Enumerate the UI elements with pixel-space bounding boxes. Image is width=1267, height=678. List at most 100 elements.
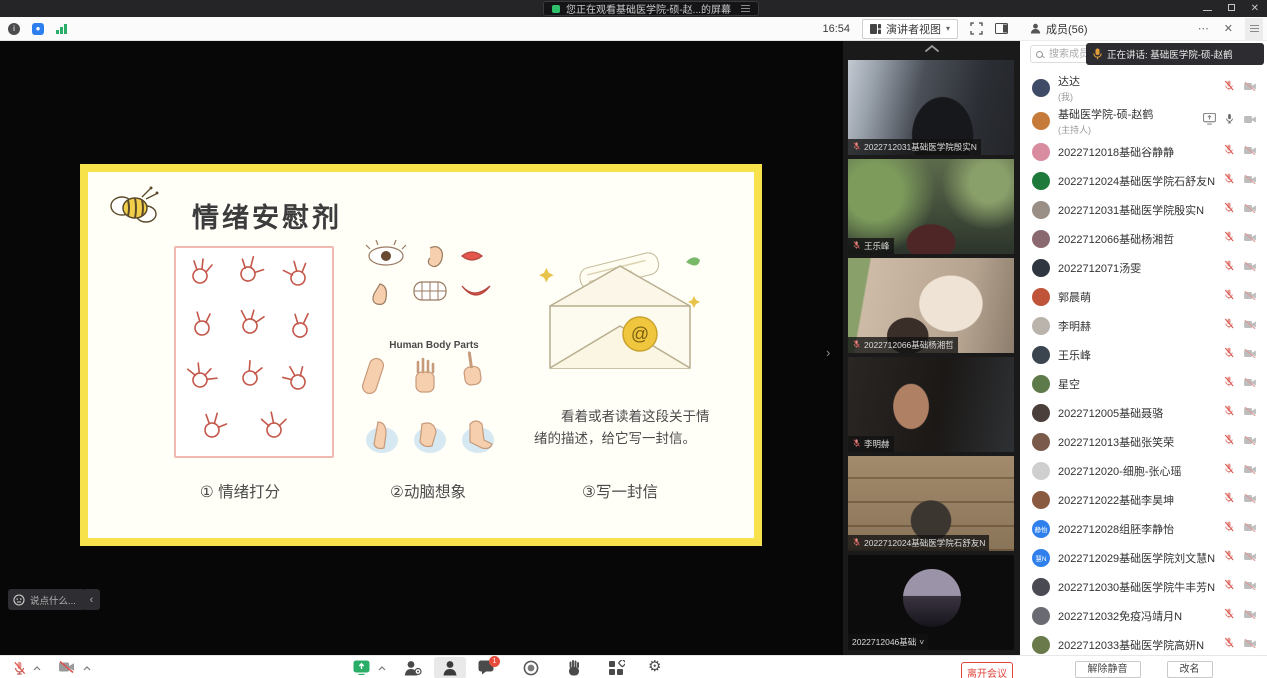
screen-share-icon [1203,112,1216,130]
member-row[interactable]: 2022712005基础聂骆 [1020,398,1267,427]
avatar [1032,143,1050,161]
share-screen-button[interactable] [353,660,370,678]
video-tile[interactable]: 2022712031基础医学院殷实N [848,60,1014,155]
member-row[interactable]: 2022712024基础医学院石舒友N [1020,166,1267,195]
avatar [1032,230,1050,248]
panel-more-button[interactable]: ⋯ [1193,22,1214,35]
mic-muted-icon [1223,79,1235,97]
panel-close-button[interactable]: ✕ [1219,22,1238,35]
tile-name-label: 李明赫 [848,436,894,452]
mic-muted-icon [1223,230,1235,248]
speaking-toast: 正在讲话: 基础医学院-硕-赵鹤 [1086,43,1264,65]
chat-collapse-button[interactable]: ‹ [83,589,100,610]
member-name: 2022712020-细胞-张心瑶 [1058,463,1223,479]
tile-chevron-down-icon[interactable]: ˅ [919,637,924,647]
tile-avatar [903,569,961,627]
apps-button[interactable] [608,660,625,678]
member-row[interactable]: 静怡2022712028组胚李静怡 [1020,514,1267,543]
avatar [1032,201,1050,219]
member-row[interactable]: 星空 [1020,369,1267,398]
member-status-icons [1223,288,1257,306]
member-row[interactable]: 基础医学院-硕-赵鹤(主持人) [1020,104,1267,137]
sharing-options-icon[interactable] [741,8,750,10]
members-button[interactable] [442,660,458,678]
avatar [1032,375,1050,393]
bottom-control-bar: 1 ⚙ 离开会议 [0,655,1020,678]
member-row[interactable]: 慧N2022712029基础医学院刘文慧N [1020,543,1267,572]
video-tile[interactable]: 李明赫 [848,357,1014,452]
chat-placeholder: 说点什么... [30,593,76,607]
shared-screen-area: 情绪安慰剂 [0,41,843,655]
fullscreen-icon[interactable] [970,22,983,35]
member-name: 达达 [1058,73,1223,89]
member-status-icons [1223,259,1257,277]
meeting-toolbar: i ● 16:54 演讲者视图 ▾ [0,17,1020,41]
step-label-3: ③写一封信 [582,480,658,502]
tile-name-label: 王乐峰 [848,238,894,254]
layout-icon[interactable] [995,23,1008,34]
camera-off-icon [1243,79,1257,97]
leave-meeting-button[interactable]: 离开会议 [961,662,1013,678]
sharing-title-pill[interactable]: 您正在观看基础医学院-硕-赵...的屏幕 [543,1,759,16]
raise-hand-button[interactable] [567,660,581,678]
security-shield-icon[interactable]: ● [32,23,44,35]
chat-input-pill[interactable]: 说点什么... [8,589,85,610]
member-row[interactable]: 2022712032免疫冯靖月N [1020,601,1267,630]
member-name: 2022712013基础张笑荣 [1058,434,1223,450]
member-row[interactable]: 李明赫 [1020,311,1267,340]
members-panel-footer: 解除静音 改名 [1020,655,1267,678]
member-name: 郭晨萌 [1058,289,1223,305]
video-tile[interactable]: 王乐峰 [848,159,1014,254]
unmute-button[interactable]: 解除静音 [1075,661,1141,678]
camera-options-chevron-icon[interactable] [83,666,91,671]
member-name: 2022712031基础医学院殷实N [1058,202,1223,218]
view-mode-button[interactable]: 演讲者视图 ▾ [862,19,958,39]
restore-icon [1228,4,1235,11]
panel-menu-button[interactable] [1245,18,1263,40]
camera-off-button[interactable] [58,660,75,678]
mic-options-chevron-icon[interactable] [33,666,41,671]
mic-muted-icon [1223,433,1235,451]
video-tile[interactable]: 2022712046基础˅ [848,555,1014,650]
minimize-button[interactable] [1203,3,1212,14]
member-status-icons [1223,143,1257,161]
camera-off-icon [1243,433,1257,451]
member-status-icons [1223,404,1257,422]
strip-expand-chevron-icon[interactable]: › [826,345,830,360]
share-options-chevron-icon[interactable] [378,666,386,671]
member-row[interactable]: 2022712018基础谷静静 [1020,137,1267,166]
member-status-icons [1223,172,1257,190]
member-row[interactable]: 2022712020-细胞-张心瑶 [1020,456,1267,485]
member-row[interactable]: 2022712033基础医学院高妍N [1020,630,1267,655]
member-row[interactable]: 郭晨萌 [1020,282,1267,311]
member-row[interactable]: 2022712030基础医学院牛丰芳N [1020,572,1267,601]
video-tile[interactable]: 2022712066基础杨湘哲 [848,258,1014,353]
tile-name-label: 2022712024基础医学院石舒友N [848,535,989,551]
record-button[interactable] [523,660,539,678]
manage-members-button[interactable] [404,660,422,678]
member-row[interactable]: 2022712066基础杨湘哲 [1020,224,1267,253]
presentation-slide: 情绪安慰剂 [80,164,762,546]
member-name: 2022712022基础李昊坤 [1058,492,1223,508]
network-signal-icon[interactable] [56,23,67,34]
member-row[interactable]: 2022712071汤雯 [1020,253,1267,282]
video-tile[interactable]: 2022712024基础医学院石舒友N [848,456,1014,551]
member-row[interactable]: 王乐峰 [1020,340,1267,369]
restore-button[interactable] [1228,3,1235,14]
member-row[interactable]: 达达(我) [1020,71,1267,104]
member-status-icons [1223,317,1257,335]
member-name: 2022712029基础医学院刘文慧N [1058,550,1223,566]
camera-off-icon [1243,317,1257,335]
camera-off-icon [1243,520,1257,538]
member-name: 基础医学院-硕-赵鹤 [1058,106,1203,122]
mic-muted-button[interactable] [12,660,27,678]
close-button[interactable]: ✕ [1251,3,1259,14]
camera-off-icon [1243,346,1257,364]
member-row[interactable]: 2022712031基础医学院殷实N [1020,195,1267,224]
settings-gear-button[interactable]: ⚙ [648,659,661,674]
member-row[interactable]: 2022712013基础张笑荣 [1020,427,1267,456]
rename-button[interactable]: 改名 [1167,661,1213,678]
member-row[interactable]: 2022712022基础李昊坤 [1020,485,1267,514]
meeting-info-icon[interactable]: i [8,23,20,35]
strip-collapse-chevron-up-icon[interactable] [924,44,940,53]
